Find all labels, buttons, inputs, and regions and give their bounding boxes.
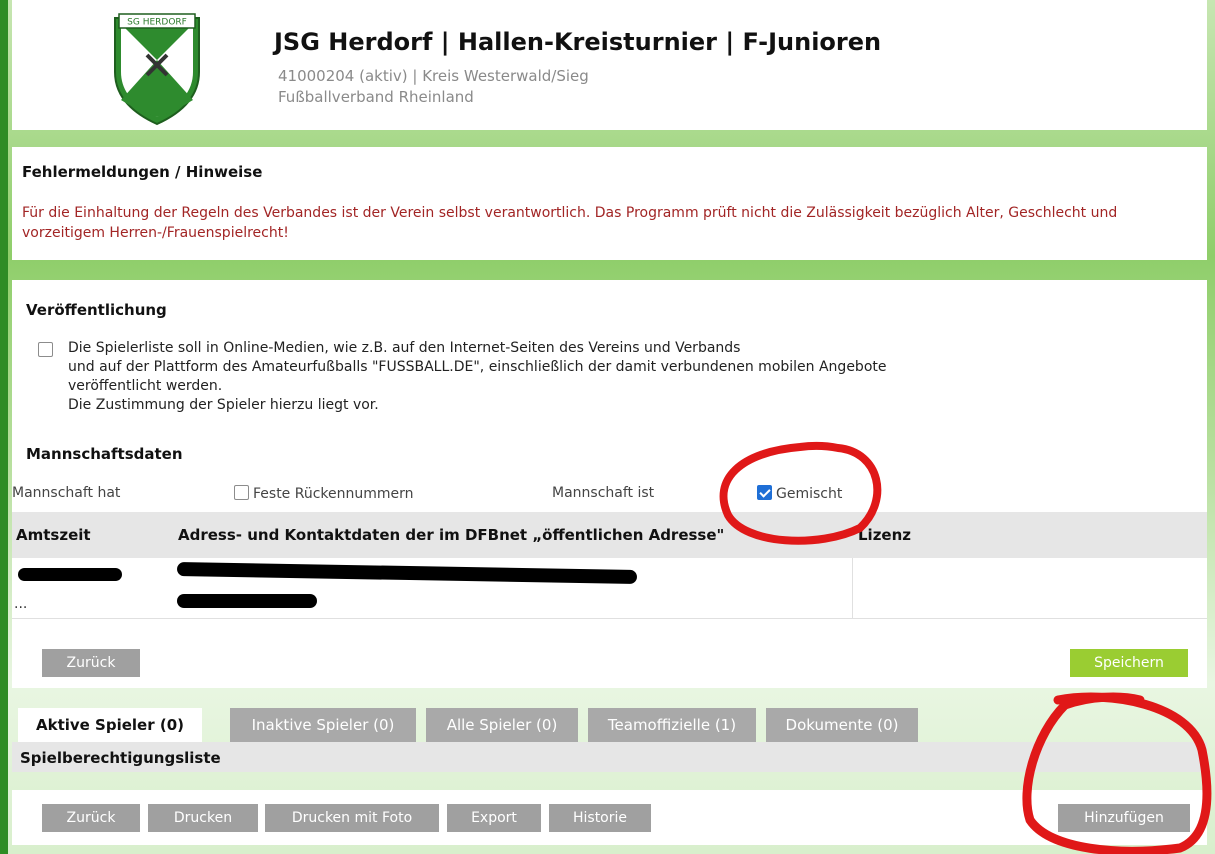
table-header: Amtszeit Adress- und Kontaktdaten der im…: [12, 512, 1207, 558]
club-logo: SG HERDORF: [114, 13, 200, 126]
consent-line-4: Die Zustimmung der Spieler hierzu liegt …: [68, 397, 379, 413]
add-button[interactable]: Hinzufügen: [1058, 804, 1190, 832]
back-button-bottom[interactable]: Zurück: [42, 804, 140, 832]
term-ellipsis: ...: [14, 596, 28, 612]
mixed-label: Gemischt: [776, 486, 843, 502]
eligibility-list-bar: Spielberechtigungsliste: [12, 742, 1207, 772]
column-header-term: Amtszeit: [16, 526, 91, 544]
publication-checkbox[interactable]: [38, 342, 53, 357]
publication-heading: Veröffentlichung: [26, 301, 167, 319]
redacted-contact: [177, 594, 317, 608]
fixed-numbers-option[interactable]: Feste Rückennummern: [234, 485, 414, 502]
tab-active-players[interactable]: Aktive Spieler (0): [18, 708, 202, 742]
redacted-term: [18, 568, 122, 581]
column-header-license: Lizenz: [858, 526, 912, 544]
errors-message: Für die Einhaltung der Regeln des Verban…: [22, 205, 1118, 241]
save-button[interactable]: Speichern: [1070, 649, 1188, 677]
redacted-address: [176, 561, 638, 585]
team-data-heading: Mannschaftsdaten: [26, 445, 183, 463]
column-divider: [852, 558, 853, 618]
column-header-address: Adress- und Kontaktdaten der im DFBnet „…: [178, 526, 725, 544]
team-is-label: Mannschaft ist: [552, 485, 655, 501]
tab-all-players[interactable]: Alle Spieler (0): [426, 708, 578, 742]
history-button[interactable]: Historie: [549, 804, 651, 832]
publication-consent-text: Die Spielerliste soll in Online-Medien, …: [58, 339, 887, 415]
errors-panel: Fehlermeldungen / Hinweise Für die Einha…: [12, 147, 1207, 260]
club-subtitle: 41000204 (aktiv) | Kreis Westerwald/Sieg…: [278, 66, 589, 108]
bottom-toolbar: Zurück Drucken Drucken mit Foto Export H…: [12, 790, 1207, 845]
club-id-line: 41000204 (aktiv) | Kreis Westerwald/Sieg: [278, 67, 589, 85]
tab-documents[interactable]: Dokumente (0): [766, 708, 918, 742]
errors-heading: Fehlermeldungen / Hinweise: [22, 163, 263, 181]
consent-line-3: veröffentlicht werden.: [68, 378, 223, 394]
consent-line-1: Die Spielerliste soll in Online-Medien, …: [68, 340, 741, 356]
table-row[interactable]: ...: [12, 558, 1207, 619]
back-button[interactable]: Zurück: [42, 649, 140, 677]
tab-team-officials[interactable]: Teamoffizielle (1): [588, 708, 756, 742]
tab-inactive-players[interactable]: Inaktive Spieler (0): [230, 708, 416, 742]
mixed-option[interactable]: Gemischt: [757, 485, 842, 502]
club-header: SG HERDORF JSG Herdorf | Hallen-Kreistur…: [12, 0, 1207, 130]
page-title: JSG Herdorf | Hallen-Kreisturnier | F-Ju…: [274, 28, 882, 56]
print-button[interactable]: Drucken: [148, 804, 258, 832]
fixed-numbers-checkbox[interactable]: [234, 485, 249, 500]
consent-line-2: und auf der Plattform des Amateurfußball…: [68, 359, 887, 375]
team-has-label: Mannschaft hat: [12, 485, 121, 501]
team-data-panel: Veröffentlichung Die Spielerliste soll i…: [12, 280, 1207, 688]
mixed-checkbox[interactable]: [757, 485, 772, 500]
logo-text: SG HERDORF: [127, 18, 187, 28]
fixed-numbers-label: Feste Rückennummern: [253, 486, 414, 502]
left-accent-bar: [0, 0, 8, 854]
print-with-photo-button[interactable]: Drucken mit Foto: [265, 804, 439, 832]
export-button[interactable]: Export: [447, 804, 541, 832]
eligibility-list-heading: Spielberechtigungsliste: [20, 749, 221, 767]
federation-line: Fußballverband Rheinland: [278, 88, 474, 106]
